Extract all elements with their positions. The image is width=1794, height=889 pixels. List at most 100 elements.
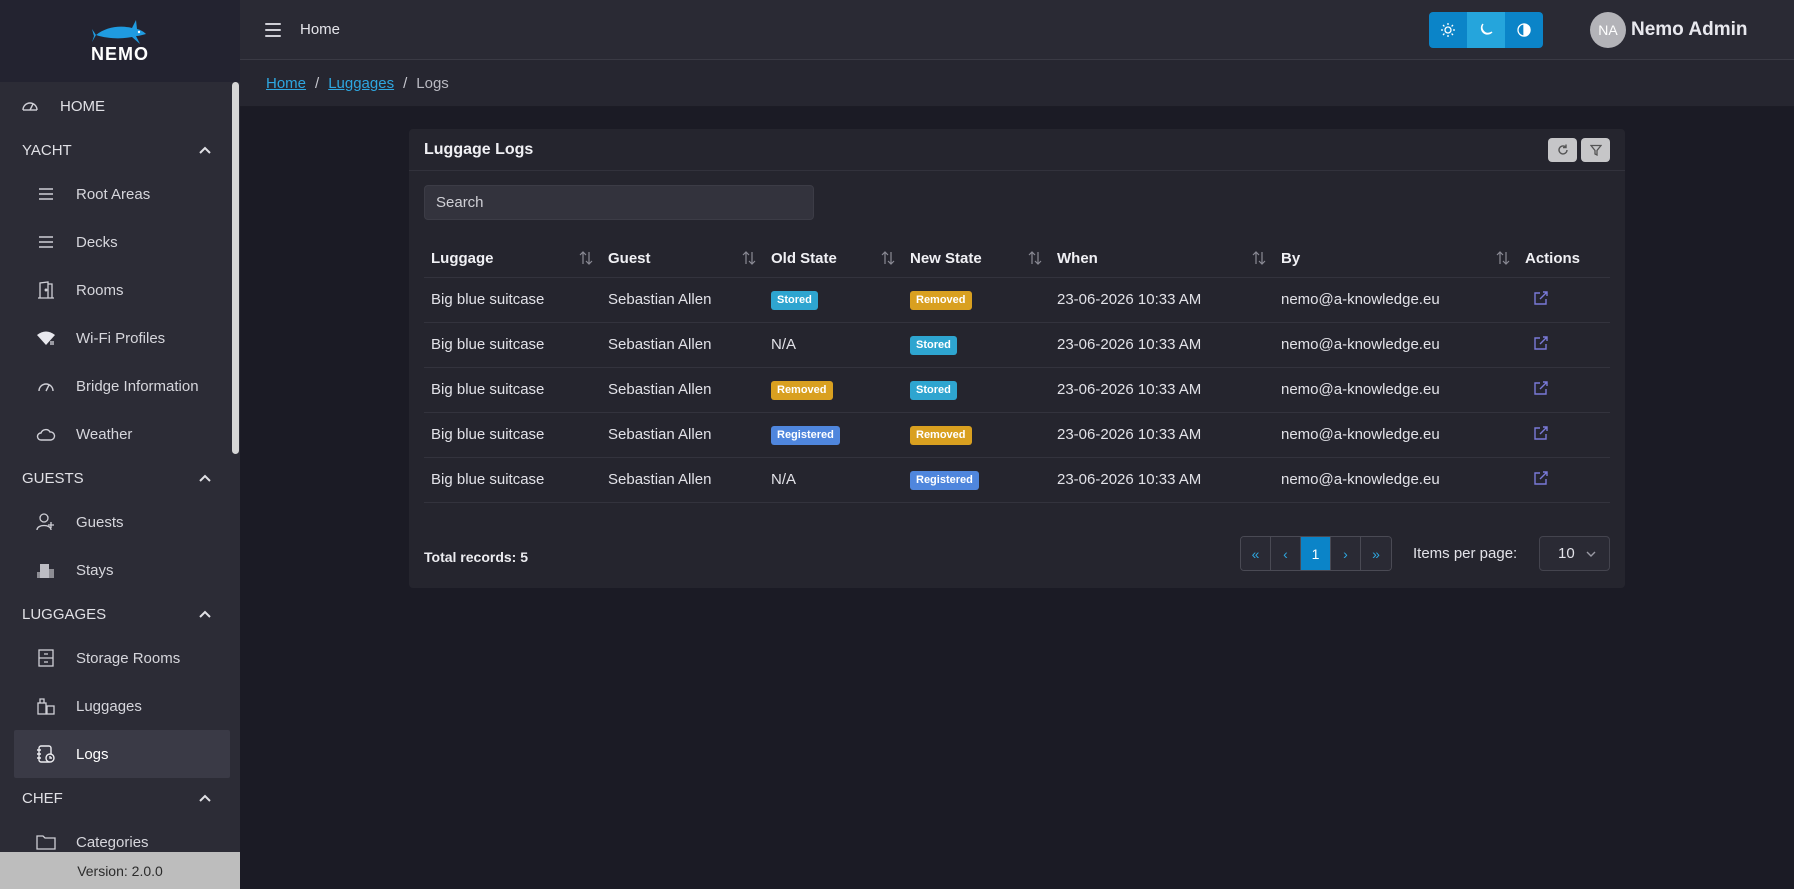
refresh-button[interactable] [1548,137,1577,162]
pagination: « ‹ 1 › » [1240,536,1392,571]
dark-theme-button[interactable] [1467,12,1505,48]
menu-toggle-icon[interactable] [265,22,281,37]
sidebar-item-logs[interactable]: Logs [14,730,230,778]
page-1-button[interactable]: 1 [1301,537,1331,570]
auto-theme-button[interactable] [1505,12,1543,48]
cell-new-state: Stored [903,322,1050,368]
external-link-icon[interactable] [1533,335,1549,351]
sidebar-item-categories[interactable]: Categories [14,818,230,852]
cell-by: nemo@a-knowledge.eu [1274,322,1518,368]
logo[interactable]: NEMO [0,0,240,82]
moon-icon [1480,23,1493,35]
cell-guest: Sebastian Allen [601,367,764,413]
cell-by: nemo@a-knowledge.eu [1274,277,1518,323]
search-input[interactable] [424,185,814,220]
sidebar-item-weather[interactable]: Weather [14,410,230,458]
cell-new-state: Removed [903,277,1050,323]
cell-by: nemo@a-knowledge.eu [1274,412,1518,458]
scrollbar-thumb[interactable] [232,82,239,454]
luggage-icon [36,696,56,716]
sidebar-item-label: HOME [60,97,105,115]
external-link-icon[interactable] [1533,470,1549,486]
column-header-luggage[interactable]: Luggage [424,241,601,278]
list-icon [36,184,56,204]
user-menu[interactable]: NA Nemo Admin [1590,12,1747,48]
cell-old-state: N/A [764,457,903,503]
sort-icon[interactable] [1028,251,1042,265]
hotel-icon [36,560,56,580]
external-link-icon[interactable] [1533,290,1549,306]
column-header-by[interactable]: By [1274,241,1518,278]
sort-icon[interactable] [881,251,895,265]
column-header-guest[interactable]: Guest [601,241,764,278]
breadcrumb-luggages-link[interactable]: Luggages [328,75,394,92]
sort-icon[interactable] [742,251,756,265]
refresh-icon [1557,144,1568,155]
top-bar-title[interactable]: Home [300,21,340,38]
breadcrumb: Home / Luggages / Logs [240,60,1794,107]
cell-luggage: Big blue suitcase [424,412,601,458]
breadcrumb-home-link[interactable]: Home [266,75,306,92]
sidebar-scrollbar[interactable] [230,82,240,852]
breadcrumb-separator: / [403,74,408,92]
sidebar-item-wifi-profiles[interactable]: Wi-Fi Profiles [14,314,230,362]
status-badge: Removed [771,380,833,400]
table-row: Big blue suitcase Sebastian Allen Stored… [424,277,1610,323]
cell-when: 23-06-2026 10:33 AM [1050,322,1274,368]
sidebar-item-storage-rooms[interactable]: Storage Rooms [14,634,230,682]
breadcrumb-separator: / [315,74,320,92]
external-link-icon[interactable] [1533,380,1549,396]
next-page-button[interactable]: › [1331,537,1361,570]
cell-new-state: Stored [903,367,1050,413]
cell-old-state: Removed [764,367,903,413]
last-page-button[interactable]: » [1361,537,1391,570]
section-guests[interactable]: GUESTS [0,458,240,498]
table-row: Big blue suitcase Sebastian Allen Remove… [424,367,1610,413]
sort-icon[interactable] [1252,251,1266,265]
wifi-icon [36,328,56,348]
sidebar-item-decks[interactable]: Decks [14,218,230,266]
section-chef[interactable]: CHEF [0,778,240,818]
table-row: Big blue suitcase Sebastian Allen Regist… [424,412,1610,458]
column-header-old-state[interactable]: Old State [764,241,903,278]
sidebar: NEMO HOME YACHT Root Areas Decks Rooms W… [0,0,240,889]
status-badge: Stored [910,380,957,400]
cell-when: 23-06-2026 10:33 AM [1050,367,1274,413]
sidebar-item-root-areas[interactable]: Root Areas [14,170,230,218]
sidebar-item-bridge-information[interactable]: Bridge Information [14,362,230,410]
sidebar-item-luggages[interactable]: Luggages [14,682,230,730]
card-title: Luggage Logs [424,140,534,158]
user-name[interactable]: Nemo Admin [1631,19,1747,41]
cell-guest: Sebastian Allen [601,322,764,368]
list-icon [36,232,56,252]
sidebar-item-label: Decks [76,233,118,251]
sidebar-item-rooms[interactable]: Rooms [14,266,230,314]
column-header-when[interactable]: When [1050,241,1274,278]
sort-icon[interactable] [579,251,593,265]
sidebar-item-label: Logs [76,745,109,763]
sun-icon [1441,23,1455,37]
filter-button[interactable] [1581,137,1610,162]
external-link-icon[interactable] [1533,425,1549,441]
light-theme-button[interactable] [1429,12,1467,48]
sidebar-item-guests[interactable]: Guests [14,498,230,546]
prev-page-button[interactable]: ‹ [1271,537,1301,570]
items-per-page-select[interactable]: 10 [1539,536,1610,571]
cell-actions [1518,457,1610,503]
section-luggages[interactable]: LUGGAGES [0,594,240,634]
sidebar-item-label: Luggages [76,697,142,715]
sidebar-item-home[interactable]: HOME [0,82,240,130]
cell-guest: Sebastian Allen [601,412,764,458]
sidebar-item-label: Categories [76,833,149,851]
items-per-page-label: Items per page: [1413,545,1518,562]
cell-new-state: Registered [903,457,1050,503]
cell-old-state: Stored [764,277,903,323]
column-header-new-state[interactable]: New State [903,241,1050,278]
section-yacht[interactable]: YACHT [0,130,240,170]
avatar[interactable]: NA [1590,12,1626,48]
sidebar-item-stays[interactable]: Stays [14,546,230,594]
user-add-icon [36,512,56,532]
sort-icon[interactable] [1496,251,1510,265]
first-page-button[interactable]: « [1241,537,1271,570]
version-label: Version: 2.0.0 [0,852,240,889]
